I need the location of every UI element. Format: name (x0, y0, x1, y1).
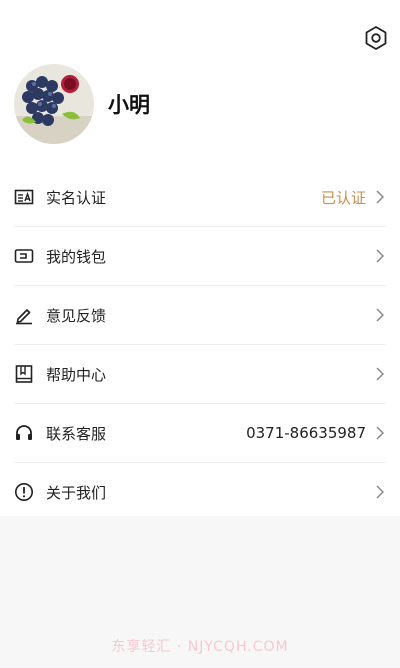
book-icon (14, 364, 34, 384)
watermark: 东享轻汇 · NJYCQH.COM (111, 639, 289, 655)
menu-item-feedback[interactable]: 意见反馈 (14, 286, 386, 345)
chevron-right-icon (374, 426, 386, 440)
menu-item-label: 关于我们 (46, 483, 107, 502)
menu-item-label: 意见反馈 (46, 306, 107, 325)
settings-button[interactable] (362, 24, 390, 52)
settings-icon (365, 26, 387, 50)
avatar[interactable] (14, 64, 94, 144)
menu-item-label: 联系客服 (46, 424, 107, 443)
chevron-right-icon (374, 249, 386, 263)
menu-list: 实名认证 已认证 我的钱包 意见反馈 帮助中心 联系客服 0371-866359… (14, 168, 386, 521)
menu-item-wallet[interactable]: 我的钱包 (14, 227, 386, 286)
menu-item-label: 我的钱包 (46, 247, 107, 266)
menu-item-help[interactable]: 帮助中心 (14, 345, 386, 404)
menu-item-label: 实名认证 (46, 188, 107, 207)
profile-page: 小明 实名认证 已认证 我的钱包 意见反馈 帮助中心 联系客服 0371-866… (0, 0, 400, 516)
verified-status: 已认证 (320, 188, 366, 207)
chevron-right-icon (374, 308, 386, 322)
profile-header: 小明 (14, 62, 150, 146)
headset-icon (14, 423, 34, 443)
info-icon (14, 482, 34, 502)
edit-icon (14, 305, 34, 325)
id-card-icon (14, 187, 34, 207)
menu-item-customer-service[interactable]: 联系客服 0371-86635987 (14, 404, 386, 463)
phone-number: 0371-86635987 (246, 424, 366, 442)
menu-item-real-name[interactable]: 实名认证 已认证 (14, 168, 386, 227)
menu-item-label: 帮助中心 (46, 365, 107, 384)
username: 小明 (108, 93, 150, 117)
chevron-right-icon (374, 190, 386, 204)
menu-item-about[interactable]: 关于我们 (14, 463, 386, 521)
wallet-icon (14, 246, 34, 266)
chevron-right-icon (374, 485, 386, 499)
blueberries-avatar-image (14, 64, 94, 144)
chevron-right-icon (374, 367, 386, 381)
